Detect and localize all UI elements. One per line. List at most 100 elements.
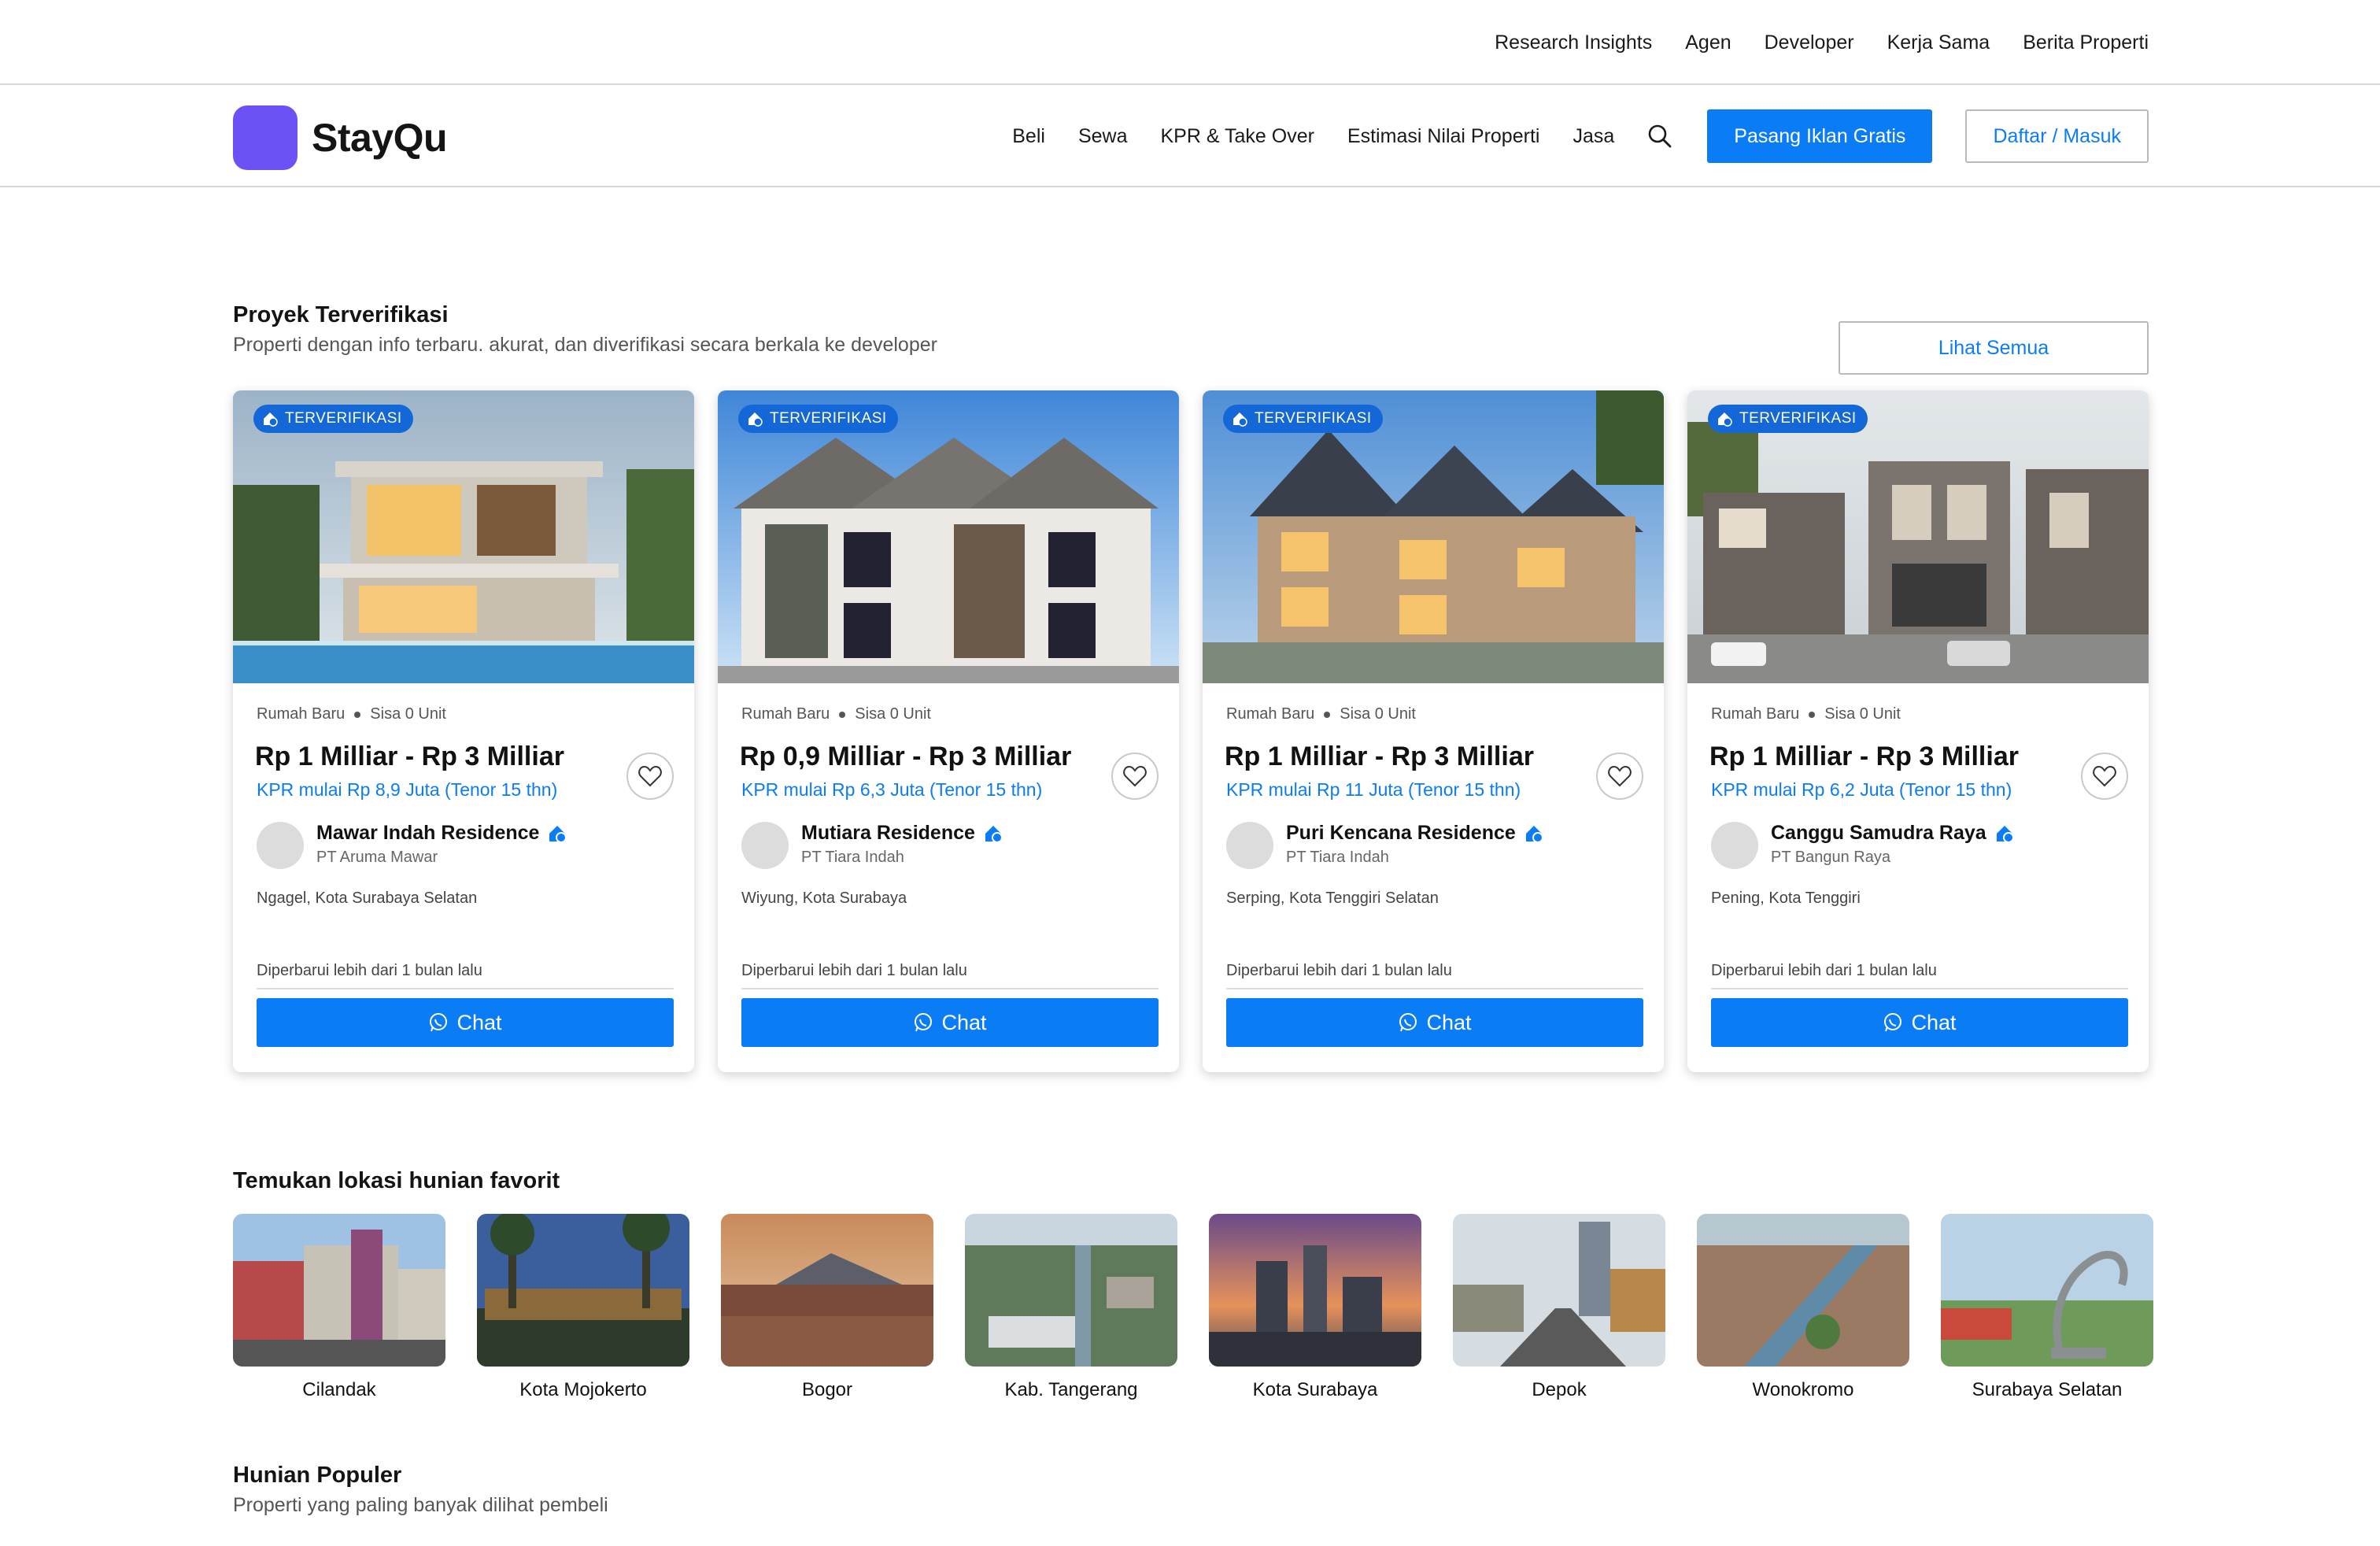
property-meta: Rumah Baru Sisa 0 Unit xyxy=(1226,705,1416,723)
location-photo[interactable] xyxy=(1453,1214,1665,1367)
property-card[interactable]: TERVERIFIKASI Rumah Baru Sisa 0 Unit Rp … xyxy=(1687,390,2149,1072)
chat-button-label: Chat xyxy=(941,1010,987,1034)
main-navbar: StayQu Beli Sewa KPR & Take Over Estimas… xyxy=(0,87,2380,187)
utility-links: Research Insights Agen Developer Kerja S… xyxy=(1495,0,2149,85)
link-research-insights[interactable]: Research Insights xyxy=(1495,31,1652,54)
brand-name: StayQu xyxy=(312,116,448,160)
verified-section-title: Proyek Terverifikasi xyxy=(233,302,449,327)
last-updated: Diperbarui lebih dari 1 bulan lalu xyxy=(257,962,674,989)
main-nav: Beli Sewa KPR & Take Over Estimasi Nilai… xyxy=(1012,109,2149,164)
verified-badge-label: TERVERIFIKASI xyxy=(1739,410,1857,427)
favorite-button[interactable] xyxy=(2081,753,2128,800)
verified-house-icon xyxy=(1525,825,1543,843)
verified-house-icon xyxy=(748,412,763,427)
property-type: Rumah Baru xyxy=(1711,705,1800,723)
popular-section-title: Hunian Populer xyxy=(233,1463,402,1488)
price-range: Rp 1 Milliar - Rp 3 Milliar xyxy=(1709,742,2019,771)
last-updated: Diperbarui lebih dari 1 bulan lalu xyxy=(741,962,1159,989)
last-updated: Diperbarui lebih dari 1 bulan lalu xyxy=(1711,962,2128,989)
nav-item-kpr[interactable]: KPR & Take Over xyxy=(1160,125,1314,148)
property-meta: Rumah Baru Sisa 0 Unit xyxy=(741,705,931,723)
location-photo[interactable] xyxy=(721,1214,933,1367)
heart-icon xyxy=(638,765,662,787)
login-button[interactable]: Daftar / Masuk xyxy=(1965,109,2149,163)
property-location: Ngagel, Kota Surabaya Selatan xyxy=(257,890,478,907)
location-label: Surabaya Selatan xyxy=(1972,1379,2123,1400)
location-item[interactable]: Kota Mojokerto xyxy=(477,1214,689,1401)
project-name[interactable]: Mawar Indah Residence xyxy=(316,822,567,845)
favorite-button[interactable] xyxy=(1111,753,1159,800)
verified-badge: TERVERIFIKASI xyxy=(253,405,413,433)
property-location: Wiyung, Kota Surabaya xyxy=(741,890,907,907)
verified-house-icon xyxy=(985,825,1003,843)
property-card[interactable]: TERVERIFIKASI Rumah Baru Sisa 0 Unit Rp … xyxy=(718,390,1179,1072)
kpr-info: KPR mulai Rp 6,2 Juta (Tenor 15 thn) xyxy=(1711,779,2012,800)
location-item[interactable]: Kota Surabaya xyxy=(1209,1214,1421,1401)
chat-button[interactable]: Chat xyxy=(1711,998,2128,1047)
location-photo[interactable] xyxy=(1209,1214,1421,1367)
project-name[interactable]: Canggu Samudra Raya xyxy=(1771,822,2015,845)
verified-house-icon xyxy=(1233,412,1247,427)
chat-button-label: Chat xyxy=(456,1010,502,1034)
verified-badge: TERVERIFIKASI xyxy=(738,405,898,433)
link-agen[interactable]: Agen xyxy=(1685,31,1731,54)
location-photo[interactable] xyxy=(965,1214,1177,1367)
location-item[interactable]: Surabaya Selatan xyxy=(1941,1214,2153,1401)
verified-badge: TERVERIFIKASI xyxy=(1708,405,1868,433)
heart-icon xyxy=(2093,765,2116,787)
nav-item-jasa[interactable]: Jasa xyxy=(1572,125,1614,148)
project-name[interactable]: Puri Kencana Residence xyxy=(1286,822,1544,845)
location-label: Bogor xyxy=(801,1379,853,1400)
kpr-info: KPR mulai Rp 11 Juta (Tenor 15 thn) xyxy=(1226,779,1521,800)
favorite-button[interactable] xyxy=(1596,753,1643,800)
project-name-text: Mutiara Residence xyxy=(801,822,975,844)
location-photo[interactable] xyxy=(233,1214,445,1367)
units-left: Sisa 0 Unit xyxy=(1340,705,1416,723)
location-photo[interactable] xyxy=(1941,1214,2153,1367)
location-label: Kab. Tangerang xyxy=(1004,1379,1138,1400)
favorite-button[interactable] xyxy=(626,753,674,800)
location-photo[interactable] xyxy=(477,1214,689,1367)
separator-dot xyxy=(1809,711,1816,718)
property-photo[interactable] xyxy=(1203,390,1664,683)
location-item[interactable]: Bogor xyxy=(721,1214,933,1401)
nav-item-estimasi[interactable]: Estimasi Nilai Properti xyxy=(1347,125,1540,148)
verified-section-subtitle: Properti dengan info terbaru. akurat, da… xyxy=(233,334,937,356)
verified-house-icon xyxy=(549,825,567,843)
property-location: Pening, Kota Tenggiri xyxy=(1711,890,1861,907)
location-label: Depok xyxy=(1532,1379,1587,1400)
verified-badge-label: TERVERIFIKASI xyxy=(770,410,887,427)
price-range: Rp 1 Milliar - Rp 3 Milliar xyxy=(255,742,564,771)
location-item[interactable]: Wonokromo xyxy=(1697,1214,1909,1401)
location-item[interactable]: Kab. Tangerang xyxy=(965,1214,1177,1401)
last-updated: Diperbarui lebih dari 1 bulan lalu xyxy=(1226,962,1643,989)
developer-avatar xyxy=(741,822,789,869)
chat-button[interactable]: Chat xyxy=(1226,998,1643,1047)
brand-logo[interactable]: StayQu xyxy=(233,105,448,170)
link-developer[interactable]: Developer xyxy=(1765,31,1854,54)
property-photo[interactable] xyxy=(1687,390,2149,683)
whatsapp-icon xyxy=(1399,1013,1417,1032)
location-item[interactable]: Cilandak xyxy=(233,1214,445,1401)
chat-button[interactable]: Chat xyxy=(257,998,674,1047)
location-item[interactable]: Depok xyxy=(1453,1214,1665,1401)
link-berita-properti[interactable]: Berita Properti xyxy=(2023,31,2149,54)
chat-button[interactable]: Chat xyxy=(741,998,1159,1047)
project-name[interactable]: Mutiara Residence xyxy=(801,822,1003,845)
property-photo[interactable] xyxy=(718,390,1179,683)
nav-item-beli[interactable]: Beli xyxy=(1012,125,1045,148)
nav-item-sewa[interactable]: Sewa xyxy=(1078,125,1128,148)
link-kerja-sama[interactable]: Kerja Sama xyxy=(1887,31,1990,54)
property-card[interactable]: TERVERIFIKASI Rumah Baru Sisa 0 Unit Rp … xyxy=(1203,390,1664,1072)
price-range: Rp 0,9 Milliar - Rp 3 Milliar xyxy=(740,742,1072,771)
post-ad-button[interactable]: Pasang Iklan Gratis xyxy=(1707,109,1933,163)
property-photo[interactable] xyxy=(233,390,694,683)
whatsapp-icon xyxy=(430,1013,448,1032)
verified-badge-label: TERVERIFIKASI xyxy=(1255,410,1372,427)
location-photo[interactable] xyxy=(1697,1214,1909,1367)
search-icon[interactable] xyxy=(1647,123,1674,150)
units-left: Sisa 0 Unit xyxy=(370,705,446,723)
property-type: Rumah Baru xyxy=(1226,705,1315,723)
property-card[interactable]: TERVERIFIKASI Rumah Baru Sisa 0 Unit Rp … xyxy=(233,390,694,1072)
see-all-button[interactable]: Lihat Semua xyxy=(1839,321,2149,375)
